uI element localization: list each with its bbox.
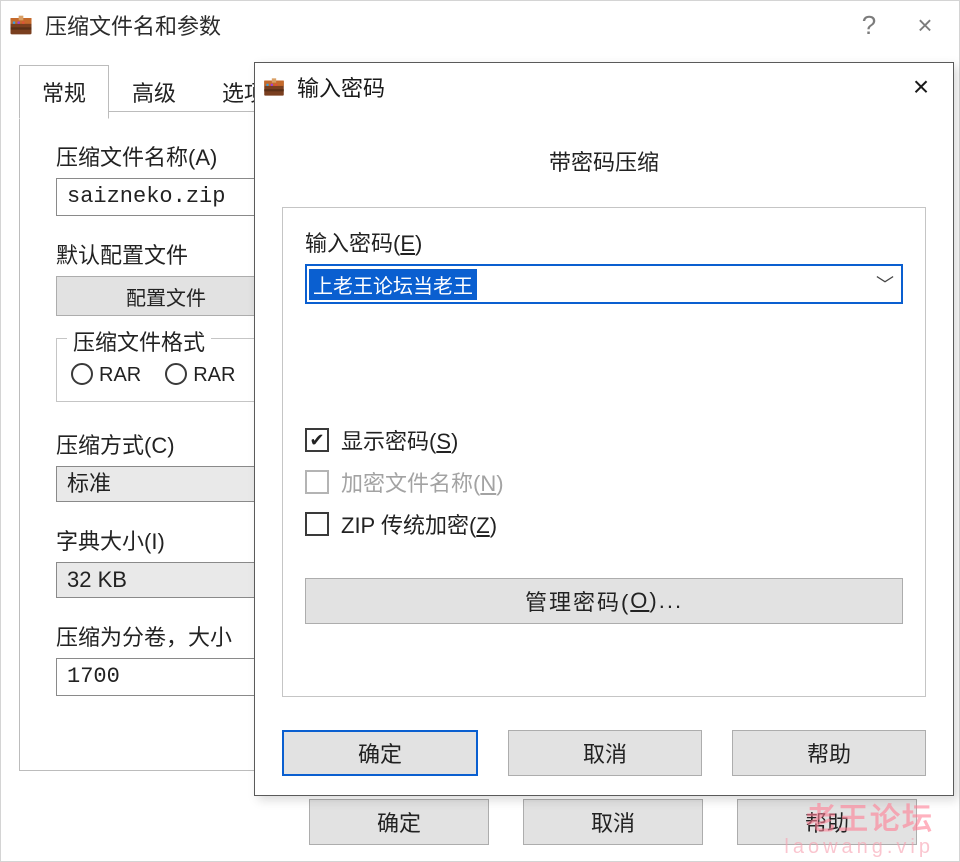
- pwd-help-button[interactable]: 帮助: [732, 730, 926, 776]
- watermark: 老王论坛 laowang.vip: [784, 803, 934, 858]
- zip-legacy-checkbox[interactable]: ZIP 传统加密(Z): [305, 508, 903, 540]
- check-icon: ✔: [305, 428, 329, 452]
- pwd-button-row: 确定 取消 帮助: [282, 730, 926, 776]
- manage-passwords-button[interactable]: 管理密码(O)...: [305, 578, 903, 624]
- close-button[interactable]: ×: [897, 1, 953, 49]
- watermark-line1: 老王论坛: [784, 803, 934, 836]
- tab-general[interactable]: 常规: [19, 65, 109, 119]
- main-title-text: 压缩文件名和参数: [45, 9, 841, 41]
- password-value: 上老王论坛当老王: [309, 269, 477, 300]
- checkbox-icon: [305, 470, 329, 494]
- pwd-title-text: 输入密码: [297, 71, 895, 103]
- tab-row: 常规 高级 选项: [19, 65, 289, 119]
- winrar-icon: [261, 74, 287, 100]
- pwd-cancel-button[interactable]: 取消: [508, 730, 702, 776]
- password-dialog: 输入密码 × 带密码压缩 输入密码(E) 上老王论坛当老王 ﹀ ✔ 显示密码(S…: [254, 62, 954, 796]
- main-titlebar: 压缩文件名和参数 ? ×: [1, 1, 959, 49]
- password-combobox[interactable]: 上老王论坛当老王 ﹀: [305, 264, 903, 304]
- main-ok-button[interactable]: 确定: [309, 799, 489, 845]
- watermark-line2: laowang.vip: [784, 836, 934, 858]
- pwd-caption: 带密码压缩: [282, 145, 926, 177]
- pwd-ok-button[interactable]: 确定: [282, 730, 478, 776]
- pwd-close-button[interactable]: ×: [895, 63, 947, 111]
- radio-rar5[interactable]: RAR: [165, 359, 235, 387]
- main-cancel-button[interactable]: 取消: [523, 799, 703, 845]
- checkbox-icon: [305, 512, 329, 536]
- show-password-checkbox[interactable]: ✔ 显示密码(S): [305, 424, 903, 456]
- tab-advanced[interactable]: 高级: [109, 65, 199, 119]
- chevron-down-icon[interactable]: ﹀: [869, 271, 901, 297]
- encrypt-names-checkbox: 加密文件名称(N): [305, 466, 903, 498]
- winrar-icon: [7, 11, 35, 39]
- enter-password-label: 输入密码(E): [305, 226, 903, 258]
- pwd-body: 带密码压缩 输入密码(E) 上老王论坛当老王 ﹀ ✔ 显示密码(S) 加密文件名…: [256, 111, 952, 794]
- radio-rar[interactable]: RAR: [71, 359, 141, 387]
- profile-button[interactable]: 配置文件: [56, 276, 276, 316]
- pwd-titlebar: 输入密码 ×: [255, 63, 953, 111]
- pwd-inner: 输入密码(E) 上老王论坛当老王 ﹀ ✔ 显示密码(S) 加密文件名称(N) Z…: [282, 207, 926, 697]
- format-group-label: 压缩文件格式: [67, 325, 211, 357]
- help-button[interactable]: ?: [841, 1, 897, 49]
